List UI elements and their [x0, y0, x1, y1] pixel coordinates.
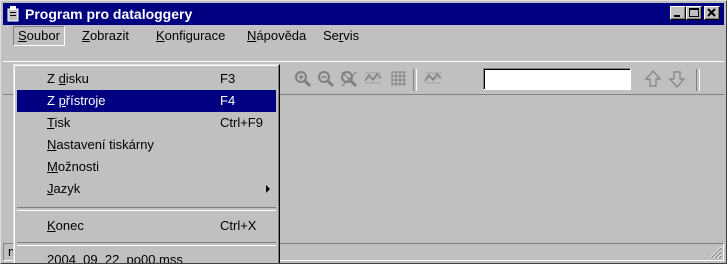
- toolbar-separator: [413, 69, 417, 91]
- minimize-icon: [674, 15, 680, 17]
- grid-icon[interactable]: [389, 69, 409, 89]
- toolbar-separator: [696, 69, 700, 91]
- maximize-button[interactable]: [686, 6, 702, 20]
- menu-item-label-post: isku: [65, 71, 89, 86]
- soubor-dropdown-menu: Z disku F3 Z přístroje F4 Tisk Ctrl+F9 N…: [13, 64, 280, 264]
- toolbar-input[interactable]: [483, 68, 631, 90]
- menu-zobrazit[interactable]: Zobrazit: [78, 27, 133, 45]
- close-icon: [707, 8, 716, 17]
- menu-item-nastaveni-tiskarny[interactable]: Nastavení tiskárny: [17, 134, 276, 156]
- menu-konfigurace[interactable]: Konfigurace: [152, 27, 229, 45]
- menu-item-label-key: d: [58, 71, 66, 86]
- menu-item-shortcut: Ctrl+F9: [220, 115, 263, 130]
- menu-label-key: N: [247, 28, 257, 43]
- menu-item-z-pristroje[interactable]: Z přístroje F4: [17, 90, 276, 112]
- menu-servis[interactable]: Servis: [319, 27, 363, 45]
- menu-item-label-key: K: [47, 218, 56, 233]
- menu-item-label-pre: Z: [47, 71, 59, 86]
- menu-item-moznosti[interactable]: Možnosti: [17, 156, 276, 178]
- menu-item-jazyk[interactable]: Jazyk: [17, 178, 276, 200]
- maximize-icon: [689, 8, 699, 17]
- menu-label-key: Z: [82, 28, 90, 43]
- arrow-up-icon[interactable]: [643, 69, 663, 89]
- menu-item-shortcut: F4: [220, 93, 236, 108]
- menu-item-shortcut: F3: [220, 71, 236, 86]
- menu-label-post: vis: [343, 28, 360, 43]
- menu-item-label-post: ožnosti: [57, 159, 100, 174]
- menu-separator: [17, 242, 276, 246]
- menu-item-konec[interactable]: Konec Ctrl+X: [17, 215, 276, 237]
- menu-item-label-pre: Z: [47, 93, 59, 108]
- arrow-down-icon[interactable]: [667, 69, 687, 89]
- menu-label-key: S: [18, 28, 27, 43]
- recent-file-label: 2004_09_22_po00.mss: [47, 252, 183, 264]
- menu-label-post: ápověda: [256, 28, 307, 43]
- title-bar[interactable]: Program pro dataloggery: [3, 3, 724, 25]
- zoom-out-icon[interactable]: [316, 69, 336, 89]
- menu-item-label-post: azyk: [53, 181, 81, 196]
- zoom-in-icon[interactable]: [293, 69, 313, 89]
- menu-item-label-post: řístroje: [65, 93, 106, 108]
- menu-item-label-key: N: [47, 137, 57, 152]
- window-title: Program pro dataloggery: [25, 6, 193, 22]
- menu-label-post: onfigurace: [164, 28, 226, 43]
- app-window: Program pro dataloggery Soubor Zobrazit …: [0, 0, 727, 264]
- zoom-reset-icon[interactable]: [339, 69, 359, 89]
- menu-napoveda[interactable]: Nápověda: [243, 27, 310, 45]
- menu-item-label-post: isk: [54, 115, 71, 130]
- menu-label-post: obrazit: [89, 28, 129, 43]
- menu-bar: Soubor Zobrazit Konfigurace Nápověda Ser…: [3, 26, 724, 46]
- menu-item-label-post: onec: [55, 218, 84, 233]
- minimize-button[interactable]: [670, 6, 686, 20]
- menu-label-post: oubor: [26, 28, 60, 43]
- menu-separator: [17, 207, 276, 211]
- chart-icon[interactable]: [363, 69, 383, 89]
- menu-item-recent-file[interactable]: 2004_09_22_po00.mss: [17, 249, 276, 264]
- menu-item-tisk[interactable]: Tisk Ctrl+F9: [17, 112, 276, 134]
- menu-item-label-key: M: [47, 159, 58, 174]
- menu-label-key: K: [156, 28, 165, 43]
- menu-soubor[interactable]: Soubor: [13, 26, 65, 46]
- menu-item-label-key: p: [58, 93, 66, 108]
- close-button[interactable]: [704, 6, 720, 20]
- menu-item-label-post: astavení tiskárny: [56, 137, 154, 152]
- submenu-arrow-icon: [266, 185, 270, 193]
- app-icon: [7, 6, 19, 22]
- resize-grip-icon[interactable]: [708, 245, 722, 259]
- menu-item-z-disku[interactable]: Z disku F3: [17, 68, 276, 90]
- menu-item-shortcut: Ctrl+X: [220, 218, 257, 233]
- menu-label-pre: Se: [323, 28, 339, 43]
- chart-icon[interactable]: [423, 69, 443, 89]
